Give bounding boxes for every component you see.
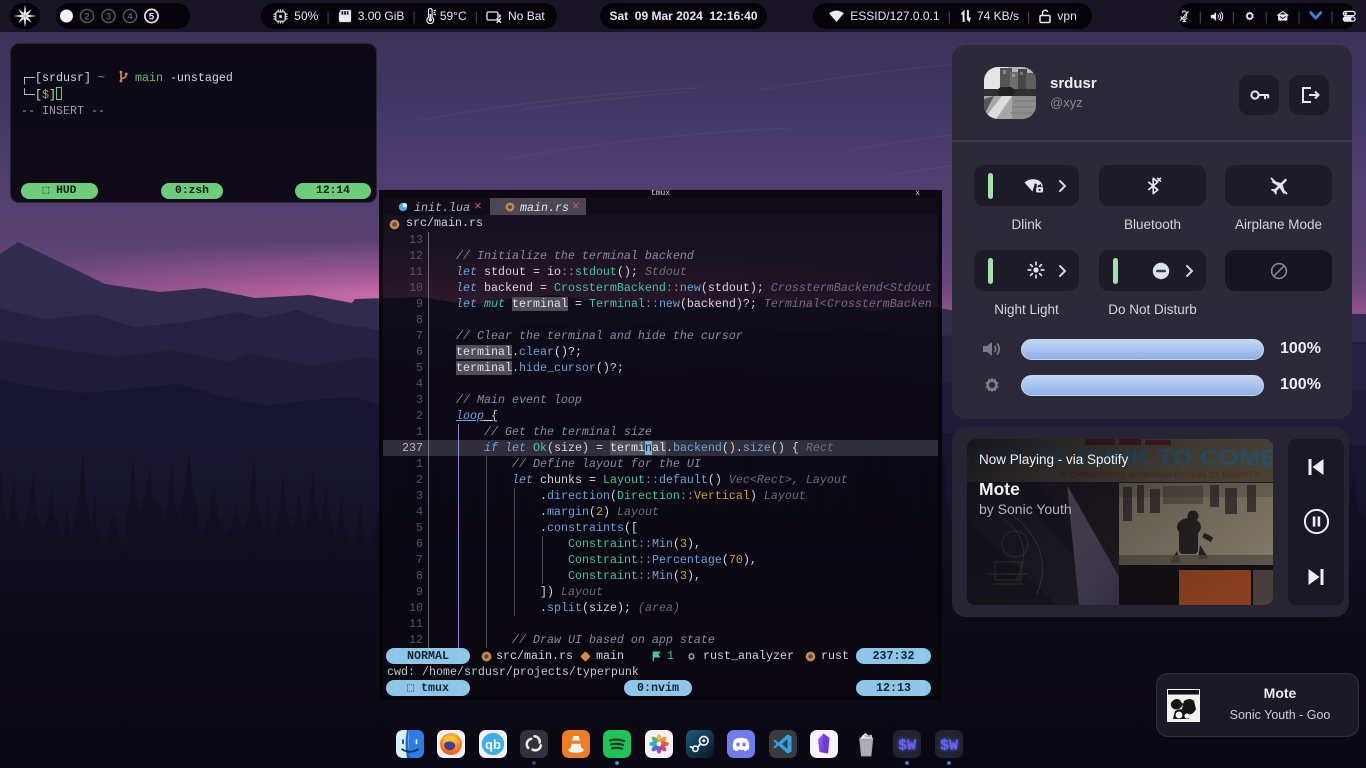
svg-text:4: 4	[127, 11, 133, 22]
svg-text:2: 2	[84, 11, 89, 22]
svg-text:$W: $W	[898, 738, 916, 755]
svg-text:5: 5	[149, 11, 155, 22]
svg-text:qb: qb	[485, 737, 501, 752]
svg-text:3: 3	[106, 11, 111, 22]
svg-text:$W: $W	[940, 738, 958, 755]
